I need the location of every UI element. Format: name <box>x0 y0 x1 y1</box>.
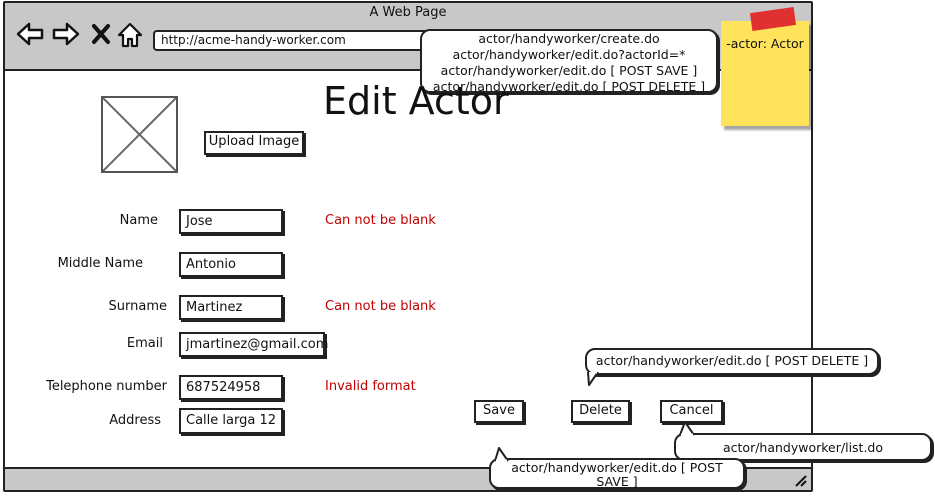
note-line: actor/handyworker/create.do <box>478 31 660 46</box>
middle-name-input[interactable]: Antonio <box>179 252 283 277</box>
surname-input[interactable]: Martinez <box>179 295 283 320</box>
bubble-tail <box>494 447 509 462</box>
email-input[interactable]: jmartinez@gmail.com <box>179 332 328 357</box>
home-icon[interactable] <box>117 22 143 53</box>
telephone-label: Telephone number <box>46 379 167 394</box>
middle-name-label: Middle Name <box>57 256 143 271</box>
surname-error: Can not be blank <box>325 299 436 314</box>
note-line: actor/handyworker/edit.do [ POST <box>511 460 723 475</box>
delete-button[interactable]: Delete <box>571 400 630 423</box>
note-line: actor/handyworker/edit.do [ POST SAVE ] <box>440 63 698 78</box>
address-input[interactable]: Calle larga 12 <box>179 408 283 434</box>
surname-label: Surname <box>108 299 167 314</box>
back-arrow-icon[interactable] <box>16 22 44 51</box>
telephone-error: Invalid format <box>325 379 416 394</box>
telephone-input[interactable]: 687524958 <box>179 375 283 400</box>
cancel-note-bubble: actor/handyworker/list.do <box>674 433 932 461</box>
address-label: Address <box>109 413 161 428</box>
sticky-note-text: -actor: Actor <box>726 36 804 51</box>
forward-arrow-icon[interactable] <box>52 22 80 51</box>
save-button[interactable]: Save <box>474 400 524 423</box>
name-input[interactable]: Jose <box>179 209 283 234</box>
note-line: SAVE ] <box>596 474 638 489</box>
upload-image-button[interactable]: Upload Image <box>204 131 304 155</box>
page-title: Edit Actor <box>323 79 509 123</box>
close-x-icon[interactable] <box>91 22 111 51</box>
bubble-tail <box>679 421 695 436</box>
save-note-bubble: actor/handyworker/edit.do [ POST SAVE ] <box>489 458 745 489</box>
image-placeholder <box>101 96 178 173</box>
name-label: Name <box>119 213 158 228</box>
delete-note-bubble: actor/handyworker/edit.do [ POST DELETE … <box>585 348 879 375</box>
name-error: Can not be blank <box>325 213 436 228</box>
note-line: actor/handyworker/edit.do?actorId=* <box>452 47 686 62</box>
resize-handle-icon[interactable] <box>793 473 807 491</box>
email-label: Email <box>126 336 163 351</box>
bubble-tail <box>587 372 599 386</box>
window-title: A Web Page <box>369 5 447 20</box>
